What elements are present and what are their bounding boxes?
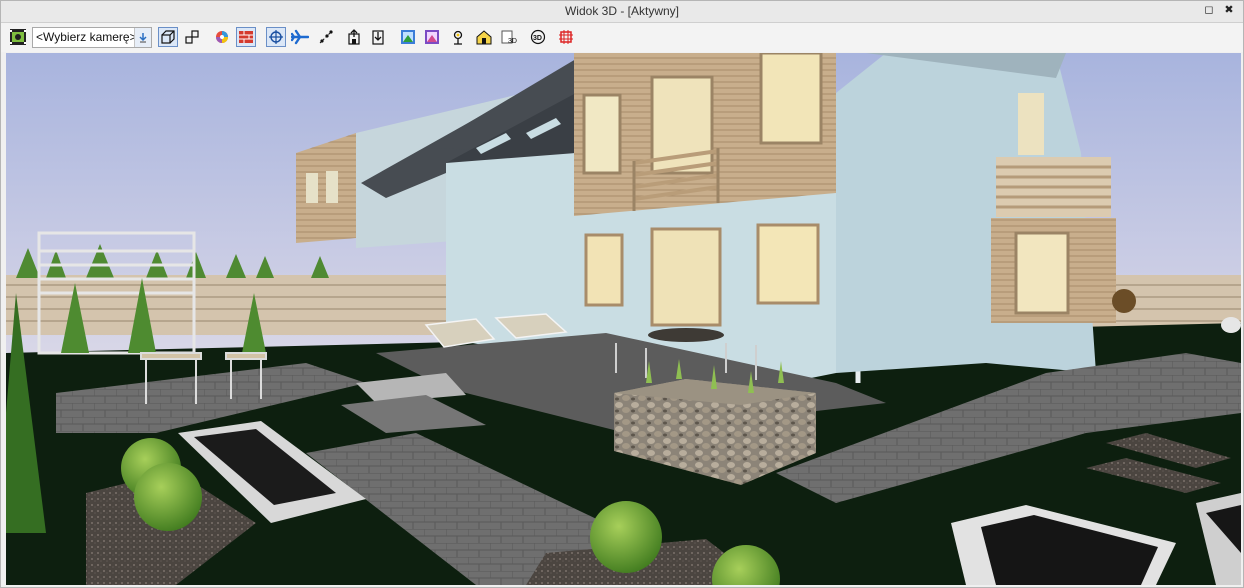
close-button[interactable]: ✖ [1223, 4, 1235, 17]
render-scene-button[interactable] [398, 27, 418, 47]
target-crosshair-icon [269, 30, 283, 44]
floor-down-button[interactable] [368, 27, 388, 47]
airplane-icon [291, 29, 309, 45]
chevron-down-icon [139, 32, 147, 42]
color-palette-button[interactable] [212, 27, 232, 47]
3d-viewport[interactable] [6, 53, 1241, 585]
axonometric-box-icon [185, 30, 199, 44]
perspective-box-icon [161, 30, 175, 44]
perspective-view-button[interactable] [158, 27, 178, 47]
title-bar-buttons: ◻ ✖ [1203, 4, 1235, 17]
sun-person-icon [453, 30, 463, 45]
export-3d-button[interactable]: 3D [500, 27, 520, 47]
path-dots-icon [319, 30, 333, 44]
svg-text:3D: 3D [508, 38, 517, 45]
rotate-3d-icon: 3D [530, 29, 546, 45]
camera-select-value: <Wybierz kamerę> [36, 30, 137, 44]
view-toolbar: <Wybierz kamerę> 3D 3D [1, 23, 1243, 52]
wall-texture-button[interactable] [236, 27, 256, 47]
rotate-3d-button[interactable]: 3D [528, 27, 548, 47]
camera-film-icon [10, 29, 26, 45]
walk-path-button[interactable] [316, 27, 336, 47]
restore-button[interactable]: ◻ [1203, 4, 1215, 17]
svg-text:3D: 3D [533, 35, 542, 42]
export-3d-icon: 3D [501, 30, 517, 45]
camera-select[interactable]: <Wybierz kamerę> [32, 27, 152, 48]
sun-settings-button[interactable] [448, 27, 468, 47]
house-lights-button[interactable] [474, 27, 494, 47]
building-down-icon [372, 30, 384, 45]
window-title: Widok 3D - [Aktywny] [564, 4, 680, 18]
axonometric-view-button[interactable] [182, 27, 202, 47]
brick-wall-icon [239, 31, 253, 43]
render-scene-alt-button[interactable] [422, 27, 442, 47]
section-plane-button[interactable] [556, 27, 576, 47]
fly-mode-button[interactable] [290, 27, 310, 47]
navigation-button[interactable] [266, 27, 286, 47]
render-scene-icon [401, 30, 415, 44]
title-bar: Widok 3D - [Aktywny] ◻ ✖ [1, 1, 1243, 23]
building-up-icon [348, 29, 360, 45]
section-frame-icon [559, 30, 573, 44]
camera-settings-button[interactable] [8, 27, 28, 47]
house-light-icon [476, 30, 492, 45]
color-wheel-icon [216, 31, 228, 43]
3d-view-window: Widok 3D - [Aktywny] ◻ ✖ <Wybierz kamerę… [0, 0, 1244, 588]
floor-up-button[interactable] [344, 27, 364, 47]
render-scene-alt-icon [425, 30, 439, 44]
camera-dropdown-button[interactable] [134, 28, 151, 47]
3d-scene-render [6, 53, 1241, 585]
